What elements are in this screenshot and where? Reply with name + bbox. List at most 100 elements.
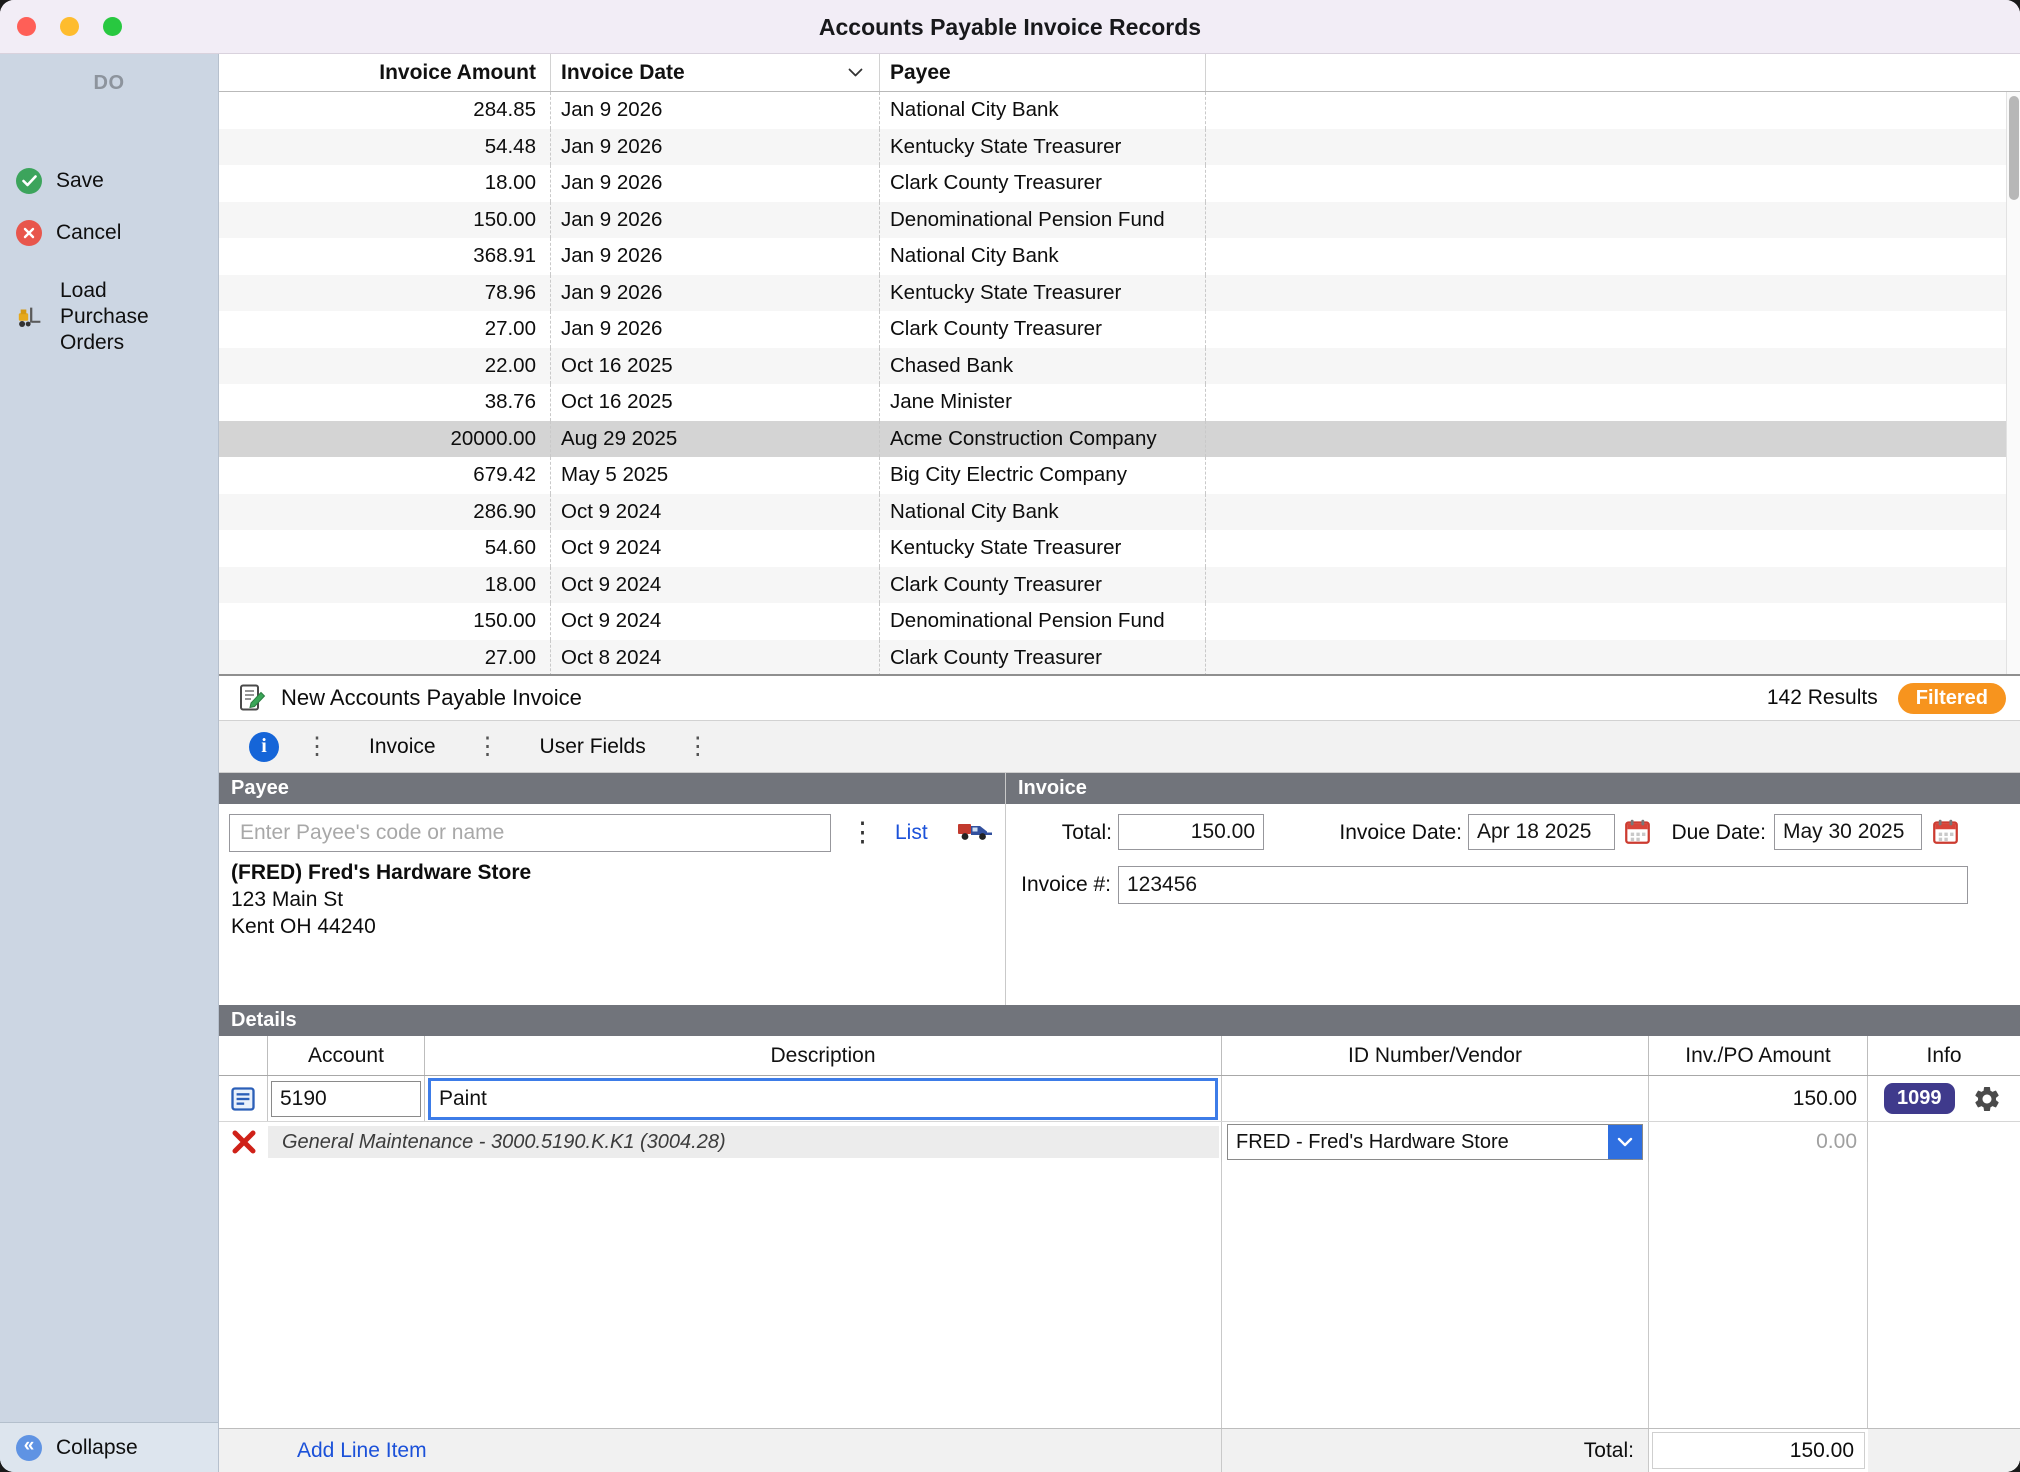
table-row[interactable]: 22.00Oct 16 2025Chased Bank bbox=[219, 348, 2020, 385]
column-header-invoice-date[interactable]: Invoice Date bbox=[551, 54, 880, 91]
truck-icon[interactable] bbox=[957, 817, 993, 843]
cell-payee: Kentucky State Treasurer bbox=[880, 275, 1206, 312]
title-bar: Accounts Payable Invoice Records bbox=[0, 0, 2020, 54]
description-input[interactable]: Paint bbox=[428, 1078, 1218, 1120]
invpo-amount-cell[interactable]: 150.00 bbox=[1649, 1076, 1868, 1121]
account-detail-text: General Maintenance - 3000.5190.K.K1 (30… bbox=[268, 1126, 1219, 1158]
filtered-badge[interactable]: Filtered bbox=[1898, 683, 2006, 714]
add-line-item-link[interactable]: Add Line Item bbox=[297, 1439, 427, 1463]
save-label: Save bbox=[56, 169, 104, 193]
table-row[interactable]: 284.85Jan 9 2026National City Bank bbox=[219, 92, 2020, 129]
invoice-number-input[interactable] bbox=[1118, 866, 1968, 904]
account-detail-cell: General Maintenance - 3000.5190.K.K1 (30… bbox=[268, 1122, 1222, 1162]
table-row[interactable]: 150.00Oct 9 2024Denominational Pension F… bbox=[219, 603, 2020, 640]
table-row[interactable]: 679.42May 5 2025Big City Electric Compan… bbox=[219, 457, 2020, 494]
cell-invoice-amount: 20000.00 bbox=[219, 421, 551, 458]
table-row[interactable]: 54.48Jan 9 2026Kentucky State Treasurer bbox=[219, 129, 2020, 166]
table-row[interactable]: 368.91Jan 9 2026National City Bank bbox=[219, 238, 2020, 275]
check-circle-icon bbox=[16, 168, 42, 194]
column-header-invoice-amount[interactable]: Invoice Amount bbox=[219, 54, 551, 91]
due-date-input[interactable] bbox=[1774, 814, 1922, 850]
cell-payee: Big City Electric Company bbox=[880, 457, 1206, 494]
table-row[interactable]: 150.00Jan 9 2026Denominational Pension F… bbox=[219, 202, 2020, 239]
column-header-account: Account bbox=[268, 1036, 425, 1075]
cell-invoice-amount: 286.90 bbox=[219, 494, 551, 531]
invoice-panel: Invoice Total: Invoice Date: Due Date: bbox=[1006, 773, 2020, 1005]
cell-invoice-date: Jan 9 2026 bbox=[551, 129, 880, 166]
load-purchase-orders-label: Load Purchase Orders bbox=[60, 278, 182, 356]
invoice-date-input[interactable] bbox=[1468, 814, 1615, 850]
minimize-window-button[interactable] bbox=[60, 17, 79, 36]
details-footer-info-cell bbox=[1868, 1429, 2020, 1472]
cell-empty bbox=[1206, 275, 2020, 312]
account-input[interactable]: 5190 bbox=[271, 1081, 421, 1117]
cell-invoice-date: Oct 9 2024 bbox=[551, 494, 880, 531]
x-circle-icon bbox=[16, 220, 42, 246]
results-bar: New Accounts Payable Invoice 142 Results… bbox=[219, 676, 2020, 721]
cell-empty bbox=[1206, 92, 2020, 129]
gear-icon[interactable] bbox=[1972, 1084, 2002, 1114]
records-scrollbar[interactable] bbox=[2006, 92, 2020, 674]
cell-invoice-amount: 27.00 bbox=[219, 640, 551, 677]
cancel-button[interactable]: Cancel bbox=[16, 220, 121, 246]
cell-invoice-amount: 54.48 bbox=[219, 129, 551, 166]
vendor-dropdown-cell: FRED - Fred's Hardware Store bbox=[1222, 1122, 1649, 1162]
details-empty-area bbox=[219, 1162, 2020, 1428]
cell-invoice-amount: 679.42 bbox=[219, 457, 551, 494]
badge-1099[interactable]: 1099 bbox=[1884, 1083, 1955, 1114]
table-row[interactable]: 18.00Oct 9 2024Clark County Treasurer bbox=[219, 567, 2020, 604]
payee-list-link[interactable]: List bbox=[895, 821, 928, 845]
account-cell: 5190 bbox=[268, 1076, 425, 1121]
vendor-dropdown[interactable]: FRED - Fred's Hardware Store bbox=[1227, 1124, 1643, 1160]
column-header-empty bbox=[1206, 54, 2020, 91]
cell-invoice-amount: 27.00 bbox=[219, 311, 551, 348]
window-title: Accounts Payable Invoice Records bbox=[0, 0, 2020, 53]
load-purchase-orders-button[interactable]: Load Purchase Orders bbox=[16, 278, 182, 356]
info-cell: 1099 bbox=[1868, 1076, 2020, 1121]
cell-payee: Kentucky State Treasurer bbox=[880, 129, 1206, 166]
tab-separator-dots-icon: ⋮ bbox=[476, 735, 500, 759]
payee-search-input[interactable] bbox=[229, 814, 831, 852]
payee-address-block: (FRED) Fred's Hardware Store 123 Main St… bbox=[231, 859, 531, 940]
total-input[interactable] bbox=[1118, 814, 1264, 850]
tab-user-fields[interactable]: User Fields bbox=[526, 735, 660, 759]
details-panel: Details Account Description ID Number/Ve… bbox=[219, 1005, 2020, 1472]
id-number-vendor-cell[interactable] bbox=[1222, 1076, 1649, 1121]
table-row[interactable]: 27.00Jan 9 2026Clark County Treasurer bbox=[219, 311, 2020, 348]
cell-payee: National City Bank bbox=[880, 238, 1206, 275]
invoice-date-calendar-icon[interactable] bbox=[1624, 818, 1651, 845]
payee-menu-dots-icon[interactable]: ⋮ bbox=[849, 817, 876, 848]
cell-empty bbox=[1206, 494, 2020, 531]
details-total-label: Total: bbox=[1222, 1429, 1649, 1472]
zoom-window-button[interactable] bbox=[103, 17, 122, 36]
column-header-payee[interactable]: Payee bbox=[880, 54, 1206, 91]
cell-payee: National City Bank bbox=[880, 92, 1206, 129]
table-row[interactable]: 38.76Oct 16 2025Jane Minister bbox=[219, 384, 2020, 421]
table-row[interactable]: 286.90Oct 9 2024National City Bank bbox=[219, 494, 2020, 531]
table-row[interactable]: 27.00Oct 8 2024Clark County Treasurer bbox=[219, 640, 2020, 677]
table-row[interactable]: 78.96Jan 9 2026Kentucky State Treasurer bbox=[219, 275, 2020, 312]
table-row[interactable]: 18.00Jan 9 2026Clark County Treasurer bbox=[219, 165, 2020, 202]
cell-invoice-date: Oct 8 2024 bbox=[551, 640, 880, 677]
payee-address-line1: 123 Main St bbox=[231, 886, 531, 913]
tab-invoice[interactable]: Invoice bbox=[355, 735, 450, 759]
info-icon[interactable]: i bbox=[249, 732, 279, 762]
scrollbar-thumb[interactable] bbox=[2009, 96, 2019, 200]
column-header-invpo-amount: Inv./PO Amount bbox=[1649, 1036, 1868, 1075]
delete-x-icon[interactable] bbox=[219, 1122, 268, 1162]
collapse-button[interactable]: « Collapse bbox=[0, 1422, 218, 1472]
tab-separator-dots-icon: ⋮ bbox=[686, 735, 710, 759]
save-button[interactable]: Save bbox=[16, 168, 104, 194]
table-row[interactable]: 54.60Oct 9 2024Kentucky State Treasurer bbox=[219, 530, 2020, 567]
due-date-calendar-icon[interactable] bbox=[1932, 818, 1959, 845]
close-window-button[interactable] bbox=[17, 17, 36, 36]
line-item-expansion-row: General Maintenance - 3000.5190.K.K1 (30… bbox=[219, 1122, 2020, 1162]
dropdown-chevron-down-icon[interactable] bbox=[1608, 1125, 1642, 1159]
cell-invoice-date: Jan 9 2026 bbox=[551, 275, 880, 312]
cell-invoice-date: Oct 16 2025 bbox=[551, 348, 880, 385]
line-item-row: 5190 Paint 150.00 1099 bbox=[219, 1076, 2020, 1122]
table-row[interactable]: 20000.00Aug 29 2025Acme Construction Com… bbox=[219, 421, 2020, 458]
line-item-doc-icon[interactable] bbox=[219, 1076, 268, 1121]
invoice-panel-header: Invoice bbox=[1006, 773, 2020, 804]
cell-empty bbox=[1206, 567, 2020, 604]
